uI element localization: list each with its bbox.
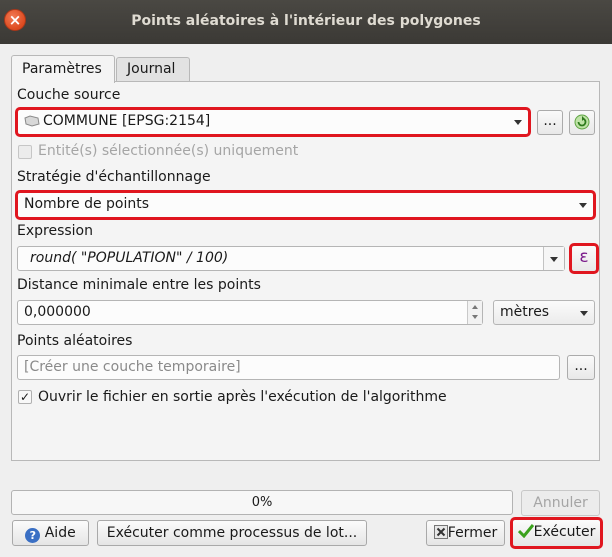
expression-label: Expression: [17, 223, 93, 239]
strategy-combo[interactable]: Nombre de points: [15, 190, 596, 220]
min-distance-value: 0,000000: [24, 304, 91, 320]
spin-buttons[interactable]: [467, 301, 482, 324]
iterate-button[interactable]: [569, 110, 595, 135]
source-layer-combo[interactable]: COMMUNE [EPSG:2154]: [15, 107, 531, 137]
selected-only-label: Entité(s) sélectionnée(s) uniquement: [38, 143, 299, 159]
open-output-label: Ouvrir le fichier en sortie après l'exéc…: [38, 389, 447, 405]
open-output-checkbox[interactable]: ✓: [18, 390, 32, 404]
chevron-down-icon: [514, 120, 522, 125]
tab-log[interactable]: Journal: [116, 57, 190, 82]
run-as-batch-button[interactable]: Exécuter comme processus de lot...: [97, 520, 367, 546]
polygon-layer-icon: [24, 115, 40, 127]
distance-unit-value: mètres: [500, 304, 550, 320]
output-destination-input[interactable]: [Créer une couche temporaire]: [17, 355, 560, 380]
output-placeholder: [Créer une couche temporaire]: [24, 359, 241, 375]
progress-bar: 0%: [11, 490, 513, 515]
refresh-icon: [574, 114, 590, 130]
checkmark-icon: [517, 523, 534, 538]
progress-text: 0%: [251, 495, 273, 510]
source-layer-browse-button[interactable]: ...: [537, 110, 563, 135]
run-button-label: Exécuter: [533, 524, 596, 540]
tab-parameters[interactable]: Paramètres: [11, 55, 115, 83]
close-button[interactable]: Fermer: [426, 520, 505, 546]
run-button[interactable]: Exécuter: [510, 517, 603, 549]
expression-input[interactable]: round( "POPULATION" / 100): [17, 246, 565, 271]
help-button-label: Aide: [44, 525, 76, 541]
help-icon: ?: [25, 528, 41, 543]
close-button-label: Fermer: [447, 525, 498, 541]
output-browse-button[interactable]: ...: [567, 355, 595, 380]
window-title: Points aléatoires à l'intérieur des poly…: [131, 13, 481, 29]
chevron-down-icon: [580, 311, 588, 316]
output-label: Points aléatoires: [17, 333, 133, 349]
expression-dropdown-button[interactable]: [543, 247, 564, 270]
selected-only-checkbox[interactable]: [18, 145, 32, 159]
help-button[interactable]: ? Aide: [12, 520, 89, 546]
min-distance-spinbox[interactable]: 0,000000: [17, 300, 483, 325]
source-layer-label: Couche source: [17, 87, 121, 103]
title-bar: × Points aléatoires à l'intérieur des po…: [0, 0, 612, 44]
strategy-label: Stratégie d'échantillonnage: [17, 169, 211, 185]
spin-down-icon[interactable]: [472, 315, 478, 319]
source-layer-value: COMMUNE [EPSG:2154]: [43, 113, 211, 129]
spin-up-icon[interactable]: [472, 305, 478, 309]
min-distance-label: Distance minimale entre les points: [17, 277, 261, 293]
expression-value: round( "POPULATION" / 100): [30, 250, 229, 266]
distance-unit-combo[interactable]: mètres: [493, 300, 595, 325]
cancel-button[interactable]: Annuler: [521, 490, 600, 516]
expression-builder-button[interactable]: ε: [569, 243, 599, 274]
close-icon: [433, 524, 448, 539]
strategy-value: Nombre de points: [24, 196, 150, 212]
chevron-down-icon: [579, 203, 587, 208]
chevron-down-icon: [550, 257, 558, 262]
